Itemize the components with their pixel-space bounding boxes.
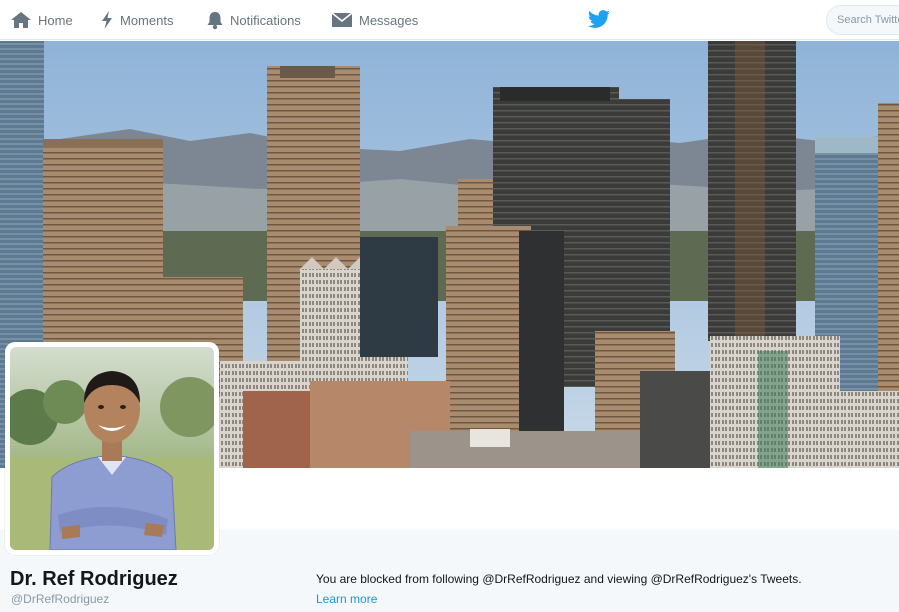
nav-home[interactable]: Home <box>10 0 73 40</box>
nav-moments-label: Moments <box>120 12 174 28</box>
profile-handle[interactable]: @DrRefRodriguez <box>11 592 109 606</box>
twitter-bird-icon[interactable] <box>587 9 611 31</box>
nav-messages[interactable]: Messages <box>331 0 418 40</box>
top-navigation: Home Moments Notifications Messages <box>0 0 899 40</box>
search-input[interactable] <box>826 5 899 35</box>
learn-more-link[interactable]: Learn more <box>316 592 377 606</box>
profile-avatar[interactable] <box>5 342 219 555</box>
profile-photo <box>10 347 214 550</box>
nav-messages-label: Messages <box>359 12 419 28</box>
home-icon <box>11 12 31 28</box>
lightning-icon <box>102 11 112 29</box>
nav-moments[interactable]: Moments <box>100 0 173 40</box>
profile-name: Dr. Ref Rodriguez <box>10 568 178 590</box>
bell-icon <box>207 12 223 30</box>
nav-home-label: Home <box>38 12 73 28</box>
envelope-icon <box>331 12 353 27</box>
blocked-message: You are blocked from following @DrRefRod… <box>316 572 802 586</box>
nav-notifications[interactable]: Notifications <box>206 0 301 40</box>
nav-notifications-label: Notifications <box>230 12 301 28</box>
